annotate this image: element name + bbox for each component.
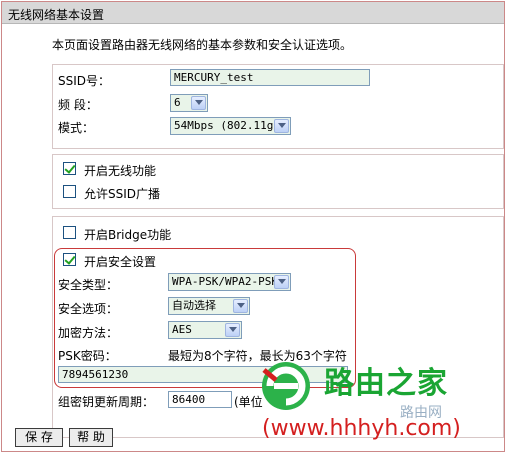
chevron-down-icon bbox=[274, 119, 289, 133]
wireless-enable-label: 开启无线功能 bbox=[84, 164, 157, 178]
security-option-label: 安全选项： bbox=[58, 302, 119, 316]
chevron-down-icon bbox=[191, 96, 206, 110]
channel-value: 6 bbox=[174, 96, 181, 109]
encryption-label: 加密方法： bbox=[58, 326, 119, 340]
mode-select[interactable]: 54Mbps (802.11g) bbox=[170, 117, 291, 135]
ssid-input[interactable]: MERCURY_test bbox=[170, 69, 370, 86]
security-option-value: 自动选择 bbox=[172, 299, 216, 312]
mode-value: 54Mbps (802.11g) bbox=[174, 119, 280, 132]
ssid-broadcast-checkbox[interactable] bbox=[63, 185, 76, 198]
encryption-value: AES bbox=[172, 323, 192, 336]
watermark-brand: 路由之家 bbox=[324, 366, 448, 401]
security-enable-label: 开启安全设置 bbox=[84, 255, 157, 269]
page-description: 本页面设置路由器无线网络的基本参数和安全认证选项。 bbox=[52, 38, 353, 52]
help-button[interactable]: 帮 助 bbox=[69, 428, 113, 447]
channel-select[interactable]: 6 bbox=[170, 94, 208, 112]
psk-label: PSK密码： bbox=[58, 349, 117, 363]
security-enable-checkbox[interactable] bbox=[63, 253, 76, 266]
chevron-down-icon bbox=[274, 275, 289, 289]
chevron-down-icon bbox=[233, 299, 248, 313]
encryption-select[interactable]: AES bbox=[168, 321, 242, 339]
mode-label: 模式： bbox=[58, 121, 95, 135]
wireless-enable-checkbox[interactable] bbox=[63, 162, 76, 175]
bridge-enable-checkbox[interactable] bbox=[63, 226, 76, 239]
security-option-select[interactable]: 自动选择 bbox=[168, 297, 250, 315]
watermark-logo-icon bbox=[262, 362, 310, 410]
security-type-select[interactable]: WPA-PSK/WPA2-PSK bbox=[168, 273, 291, 291]
security-type-label: 安全类型： bbox=[58, 278, 119, 292]
save-button[interactable]: 保 存 bbox=[15, 428, 63, 447]
window-title-bar: 无线网络基本设置 bbox=[2, 2, 504, 24]
chevron-down-icon bbox=[225, 323, 240, 337]
group-key-input[interactable]: 86400 bbox=[168, 391, 232, 408]
channel-label: 频 段： bbox=[58, 98, 98, 112]
group-key-label: 组密钥更新周期： bbox=[58, 395, 155, 409]
ssid-broadcast-label: 允许SSID广播 bbox=[84, 187, 161, 201]
bridge-enable-label: 开启Bridge功能 bbox=[84, 228, 172, 242]
window-title: 无线网络基本设置 bbox=[8, 8, 105, 22]
security-type-value: WPA-PSK/WPA2-PSK bbox=[172, 275, 278, 288]
watermark-url: (www.hhhyh.com) bbox=[262, 416, 461, 441]
ssid-label: SSID号： bbox=[58, 74, 111, 88]
